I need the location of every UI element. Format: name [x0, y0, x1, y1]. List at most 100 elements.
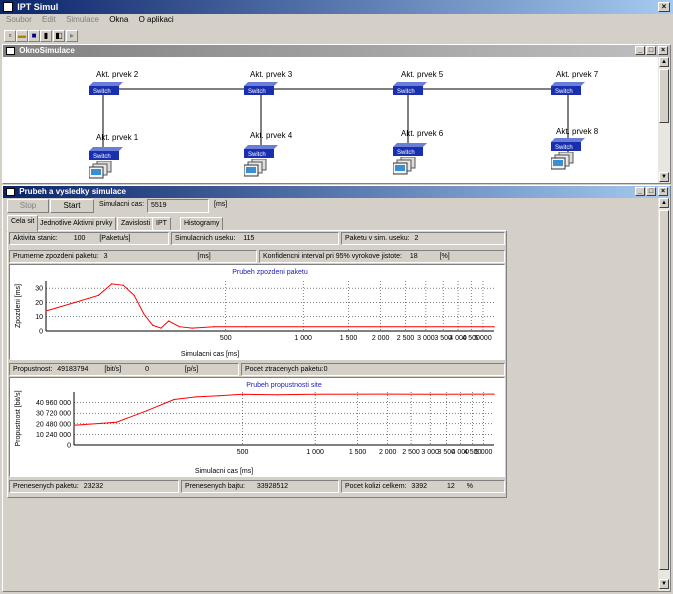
throughput-field: Propustnost: 49183794 [bit/s] 0 [p/s] [9, 363, 239, 376]
sections-label: Simulacnich useku: [175, 235, 236, 242]
y-tick-label: 0 [67, 443, 71, 450]
results-window: Prubeh a vysledky simulace _ □ × ▲ ▼ Sto… [2, 185, 671, 592]
throughput-chart-panel: Prubeh propustnosti site 0 10 240 000 20 48… [9, 377, 505, 477]
menu-soubor[interactable]: Soubor [2, 14, 36, 26]
data-point [425, 326, 427, 328]
data-point [115, 421, 118, 423]
sim-time-field: 5519 [147, 199, 209, 213]
switch-label: Switch [93, 154, 111, 160]
switch-label: Switch [555, 145, 573, 151]
switch-label: Switch [397, 150, 415, 156]
node-label-5: Akt. prvek 5 [401, 70, 444, 79]
maximize-icon[interactable]: □ [646, 187, 656, 196]
switch-icon[interactable]: Switch [551, 82, 587, 96]
new-file-icon[interactable]: ▫ [4, 30, 16, 42]
data-point [218, 395, 220, 397]
throughput-label: Propustnost: [13, 366, 53, 373]
switch-icon[interactable]: Switch [393, 143, 429, 157]
series-line [45, 283, 494, 329]
data-point [241, 393, 244, 395]
minimize-icon[interactable]: _ [635, 187, 645, 196]
switch-icon[interactable]: Switch [89, 82, 125, 96]
switch-icon[interactable]: Switch [244, 82, 280, 96]
data-point [168, 320, 170, 322]
workstation-group-icon[interactable] [89, 161, 119, 179]
data-point [277, 394, 279, 396]
switch-icon[interactable]: Switch [244, 145, 280, 159]
save-icon[interactable]: ■ [28, 30, 40, 42]
chart-title: Prubeh propustnosti site [246, 382, 322, 389]
open-folder-icon[interactable]: ▬ [16, 30, 28, 42]
delay-label: Prumerne zpozdeni paketu: [13, 253, 99, 260]
data-point [457, 326, 459, 328]
switch-icon[interactable]: Switch [393, 82, 429, 96]
results-scrollbar[interactable]: ▲ ▼ [658, 198, 670, 591]
data-point [143, 313, 145, 315]
throughput-chart: Prubeh propustnosti site 0 10 240 000 20 48… [15, 382, 495, 475]
x-tick-label: 1 500 [349, 449, 367, 456]
switch-label: Switch [555, 89, 573, 95]
data-point [45, 310, 47, 312]
tab-ipt[interactable]: IPT [152, 217, 171, 231]
x-tick-label: 2 500 [402, 449, 420, 456]
close-icon[interactable]: × [658, 2, 670, 12]
tab-histogramy[interactable]: Histogramy [180, 217, 224, 231]
y-tick-label: 0 [39, 329, 43, 336]
x-tick-label: 3 000 [421, 449, 439, 456]
scroll-down-icon[interactable]: ▼ [659, 579, 669, 589]
menu-o-aplikaci[interactable]: O aplikaci [135, 14, 178, 26]
scroll-thumb[interactable] [659, 69, 669, 123]
x-tick-label: 1 000 [306, 449, 324, 456]
menu-okna[interactable]: Okna [105, 14, 132, 26]
tab-zavislosti[interactable]: Zavislosti [117, 217, 155, 231]
switch-icon[interactable]: Switch [551, 138, 587, 152]
workstation-group-icon[interactable] [244, 159, 274, 179]
confidence-unit: [%] [439, 253, 450, 260]
node-label-4: Akt. prvek 4 [250, 131, 293, 140]
tab-cela-sit[interactable]: Cela sit [7, 215, 39, 232]
x-tick-label: 3 000 [417, 335, 435, 342]
sim-time-label: Simulacni cas: [99, 201, 145, 208]
delete-icon[interactable]: ▮ [40, 30, 52, 42]
play-icon[interactable]: ▸ [66, 30, 78, 42]
data-point [493, 326, 495, 328]
collisions-value: 3392 [411, 483, 427, 490]
workstation-group-icon[interactable] [393, 157, 423, 179]
scroll-down-icon[interactable]: ▼ [659, 172, 669, 182]
sections-field: Simulacnich useku: 115 [171, 232, 339, 245]
switch-icon[interactable]: Switch [89, 147, 125, 161]
data-point [195, 396, 197, 398]
data-point [74, 301, 76, 304]
scroll-up-icon[interactable]: ▲ [659, 57, 669, 67]
data-point [380, 326, 382, 328]
menu-simulace[interactable]: Simulace [62, 14, 103, 26]
tab-jednotlive-aktivni-prvky[interactable]: Jednotlive Aktivni prvky [36, 217, 117, 231]
menu-bar: Soubor Edit Simulace Okna O aplikaci [2, 14, 671, 26]
scroll-up-icon[interactable]: ▲ [659, 198, 669, 208]
close-icon[interactable]: × [658, 187, 668, 196]
data-point [245, 326, 247, 328]
workstation-group-icon[interactable] [551, 152, 581, 174]
node-label-3: Akt. prvek 3 [250, 70, 293, 79]
throughput-unit: [bit/s] [104, 366, 122, 373]
confidence-field: Konfidencni interval pri 95% vyrokove ji… [259, 250, 505, 263]
simulation-scrollbar[interactable]: ▲ ▼ [658, 57, 670, 183]
stop-button[interactable]: Stop [7, 199, 49, 213]
data-point [213, 326, 215, 328]
activity-field: Aktivita stanic: 100 [Paketu/s] [9, 232, 169, 245]
lost-packets-field: Pocet ztracenych paketu:0 [241, 363, 505, 376]
throughput-value: 49183794 [57, 366, 89, 373]
scroll-thumb[interactable] [659, 210, 669, 570]
data-point [160, 327, 162, 329]
settings-icon[interactable]: ◧ [53, 30, 65, 42]
activity-unit: [Paketu/s] [99, 235, 131, 242]
menu-edit[interactable]: Edit [38, 14, 60, 26]
packets-per-section-label: Paketu v sim. useku: [345, 235, 410, 242]
y-axis-label: Zpozdeni [ms] [15, 284, 22, 328]
data-point [429, 393, 431, 395]
x-tick-label: 500 [220, 335, 232, 342]
close-icon[interactable]: × [658, 46, 668, 55]
y-tick-label: 20 480 000 [36, 421, 71, 428]
node-label-1: Akt. prvek 1 [96, 133, 139, 142]
start-button[interactable]: Start [50, 199, 94, 213]
